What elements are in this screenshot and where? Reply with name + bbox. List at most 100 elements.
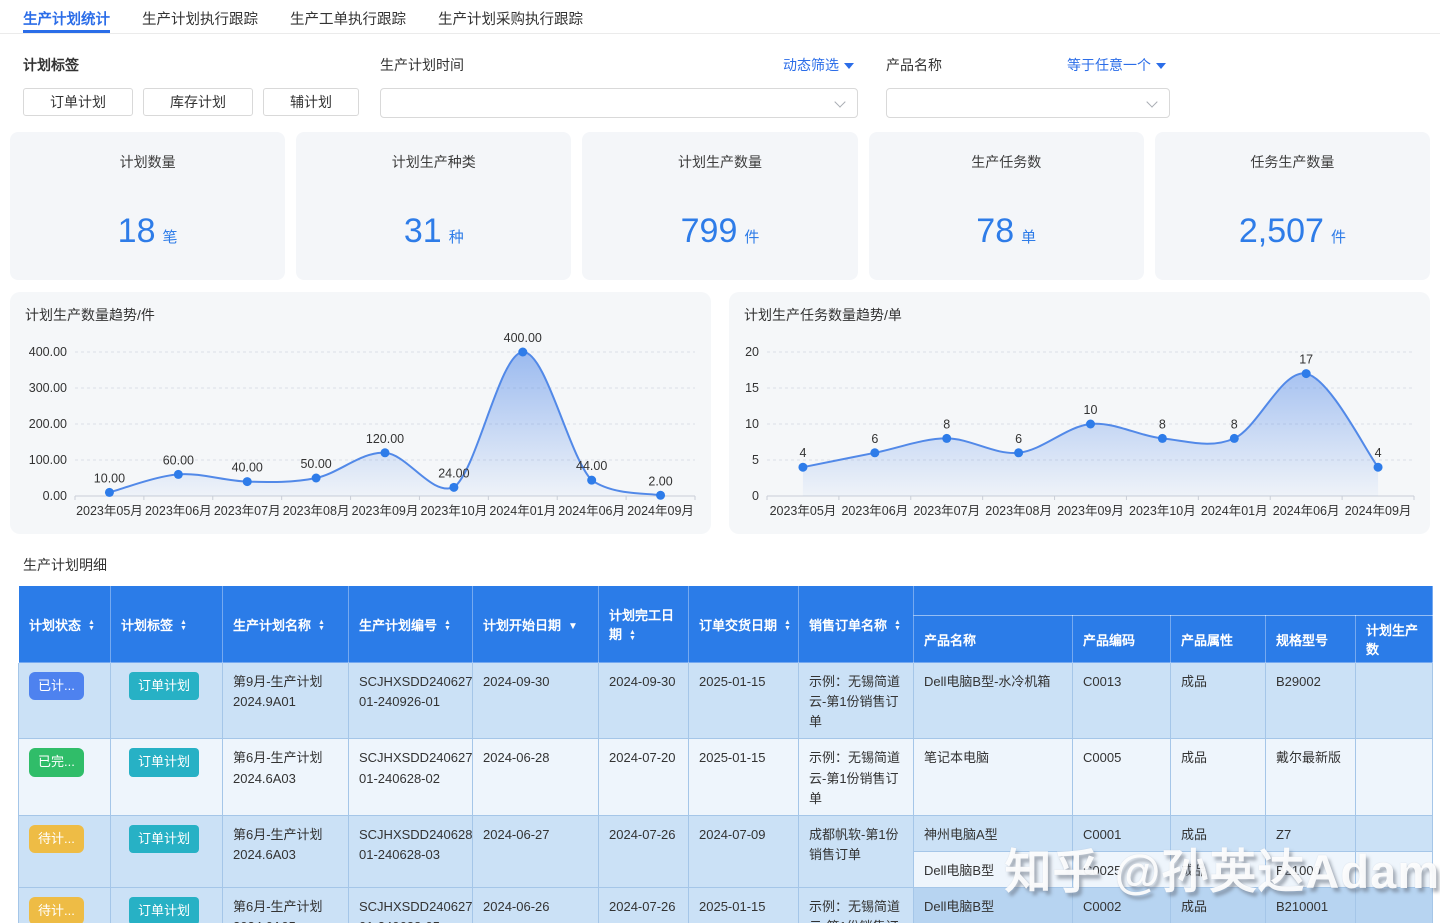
plan-qty-cell xyxy=(1354,887,1434,923)
column-header-product-name[interactable]: 产品名称 xyxy=(913,615,1073,663)
data-point[interactable] xyxy=(1301,369,1311,379)
data-point-label: 400.00 xyxy=(504,331,542,345)
data-point[interactable] xyxy=(1014,448,1024,458)
data-point-label: 4 xyxy=(799,446,806,460)
card-plan-product-kinds: 计划生产种类 31 种 xyxy=(296,132,572,280)
data-point[interactable] xyxy=(449,482,459,492)
card-plan-production-qty: 计划生产数量 799 件 xyxy=(582,132,858,280)
svg-text:2024年09月: 2024年09月 xyxy=(627,504,694,518)
column-header-product-code[interactable]: 产品编码 xyxy=(1072,615,1171,663)
data-point[interactable] xyxy=(1157,433,1167,443)
tab-plan-statistics[interactable]: 生产计划统计 xyxy=(23,0,110,33)
tag-option-aux-plan[interactable]: 辅计划 xyxy=(263,88,359,116)
dynamic-filter-link[interactable]: 动态筛选 xyxy=(783,55,854,75)
tab-plan-execution-tracking[interactable]: 生产计划执行跟踪 xyxy=(142,0,258,33)
product-attr-cell: 成品 xyxy=(1170,661,1266,740)
tab-plan-purchase-tracking[interactable]: 生产计划采购执行跟踪 xyxy=(438,0,583,33)
trend-charts: 计划生产数量趋势/件 0.00 100.00 200.00 300.00 400.00 2… xyxy=(10,292,1430,534)
data-point[interactable] xyxy=(1086,419,1095,429)
plan-detail-table-wrap: 计划状态 ▲ ▼ 计划标签 ▲ ▼ 生产计划名称 ▲ ▼ 生产计划编号 ▲ ▼ 计划开始日期 ▼ 计划完工日… xyxy=(18,585,1434,923)
plan-code-cell: SCJHXSDD240627-01-240628-02 xyxy=(348,738,473,816)
start-date-cell: 2024-06-26 xyxy=(472,887,599,923)
plan-name-cell: 第6月-生产计划 2024.6A05 xyxy=(222,887,349,923)
plan-detail-table: 计划状态 ▲ ▼ 计划标签 ▲ ▼ 生产计划名称 ▲ ▼ 生产计划编号 ▲ ▼ 计划开始日期 ▼ 计划完工日… xyxy=(18,585,1434,923)
svg-text:400.00: 400.00 xyxy=(29,345,67,359)
tag-option-order-plan[interactable]: 订单计划 xyxy=(23,88,133,116)
column-header-delivery-date[interactable]: 订单交货日期 ▲ ▼ xyxy=(688,585,799,663)
data-point[interactable] xyxy=(656,490,666,500)
column-header-end-date[interactable]: 计划完工日期 ▲ ▼ xyxy=(598,585,689,663)
tag-option-stock-plan[interactable]: 库存计划 xyxy=(143,88,253,116)
product-name-select[interactable] xyxy=(886,88,1170,118)
chevron-down-icon xyxy=(1146,96,1158,108)
equals-any-link[interactable]: 等于任意一个 xyxy=(1067,55,1166,75)
data-point[interactable] xyxy=(942,433,952,443)
tag-cell: 订单计划 xyxy=(110,814,223,889)
svg-text:2024年09月: 2024年09月 xyxy=(1345,504,1412,518)
data-point[interactable] xyxy=(518,347,528,357)
plan-name-cell: 第6月-生产计划 2024.6A03 xyxy=(222,738,349,816)
data-point-label: 10.00 xyxy=(94,471,125,485)
column-header-plan-qty[interactable]: 计划生产数 xyxy=(1354,615,1434,663)
column-header-status[interactable]: 计划状态 ▲ ▼ xyxy=(18,585,111,663)
start-date-cell: 2024-06-28 xyxy=(472,738,599,816)
data-point[interactable] xyxy=(1229,433,1239,443)
svg-text:2023年07月: 2023年07月 xyxy=(214,504,281,518)
status-cell: 待计... xyxy=(18,814,111,889)
production-qty-trend-chart[interactable]: 0.00100.00200.00300.00400.002023年05月 2023… xyxy=(10,324,711,528)
card-value: 799 xyxy=(680,212,738,250)
top-tab-bar: 生产计划统计 生产计划执行跟踪 生产工单执行跟踪 生产计划采购执行跟踪 xyxy=(0,0,1440,34)
svg-text:2024年06月: 2024年06月 xyxy=(1273,504,1340,518)
tag-cell: 订单计划 xyxy=(110,738,223,816)
data-point[interactable] xyxy=(870,448,880,458)
svg-text:20: 20 xyxy=(745,345,759,359)
data-point[interactable] xyxy=(104,487,114,497)
chart-panel-task-qty-trend: 计划生产任务数量趋势/单 0 5 10 15 20 2023年05月 2023年06月 202… xyxy=(729,292,1430,534)
caret-down-icon xyxy=(1156,63,1166,70)
data-point-label: 8 xyxy=(1159,417,1166,431)
column-header-plan-name[interactable]: 生产计划名称 ▲ ▼ xyxy=(222,585,349,663)
plan-qty-cell xyxy=(1354,738,1434,816)
column-header-product-spec[interactable]: 规格型号 xyxy=(1265,615,1356,663)
svg-text:15: 15 xyxy=(745,381,759,395)
data-point[interactable] xyxy=(380,448,390,458)
svg-text:5: 5 xyxy=(752,453,759,467)
plan-time-select[interactable] xyxy=(380,88,858,118)
filter-area: 计划标签 订单计划 库存计划 辅计划 生产计划时间 动态筛选 产品名称 等于任意… xyxy=(0,34,1440,130)
column-header-start-date[interactable]: 计划开始日期 ▼ xyxy=(472,585,599,663)
data-point[interactable] xyxy=(311,473,321,483)
plan-name-cell: 第9月-生产计划 2024.9A01 xyxy=(222,661,349,740)
table-row: 待计... 订单计划第6月-生产计划 2024.6A05SCJHXSDD24062… xyxy=(18,887,1434,923)
product-name-cell: Dell电脑B型 xyxy=(913,850,1073,889)
data-point[interactable] xyxy=(242,477,252,487)
product-spec-cell: B21000 xyxy=(1265,850,1356,889)
data-point[interactable] xyxy=(587,475,597,485)
column-header-product-attr[interactable]: 产品属性 xyxy=(1170,615,1266,663)
task-qty-trend-chart[interactable]: 0 5 10 15 20 2023年05月 2023年06月 2023年07月 2023年08月… xyxy=(729,324,1430,528)
data-point-label: 8 xyxy=(943,417,950,431)
status-badge: 已完... xyxy=(29,748,84,777)
table-row: 已完... 订单计划 第6月-生产计划 2024.6A03 SCJHXSDD24062… xyxy=(18,738,1434,816)
data-point[interactable] xyxy=(1373,462,1383,472)
column-header-plan-code[interactable]: 生产计划编号 ▲ ▼ xyxy=(348,585,473,663)
product-code-cell: C0025 xyxy=(1072,850,1171,889)
svg-text:200.00: 200.00 xyxy=(29,417,67,431)
column-header-order-name[interactable]: 销售订单名称 ▲ ▼ xyxy=(798,585,914,663)
order-name-cell: 成都帆软-第1份销售订单 xyxy=(798,814,914,889)
product-spec-cell: Z7 xyxy=(1265,814,1356,852)
card-unit: 件 xyxy=(744,229,760,246)
column-header-tag[interactable]: 计划标签 ▲ ▼ xyxy=(110,585,223,663)
data-point[interactable] xyxy=(173,469,183,479)
tab-workorder-execution-tracking[interactable]: 生产工单执行跟踪 xyxy=(290,0,406,33)
data-point-label: 50.00 xyxy=(300,457,331,471)
start-date-cell: 2024-06-27 xyxy=(472,814,599,889)
product-code-cell: C0005 xyxy=(1072,738,1171,816)
table-row: 待计... 订单计划 第6月-生产计划 2024.6A03 SCJHXSDD24062… xyxy=(18,814,1434,889)
data-point-label: 10 xyxy=(1084,403,1098,417)
card-plan-count: 计划数量 18 笔 xyxy=(10,132,286,280)
plan-qty-cell xyxy=(1354,850,1434,889)
data-point[interactable] xyxy=(798,462,808,472)
product-code-cell: C0001 xyxy=(1072,814,1171,852)
data-point-label: 6 xyxy=(1015,432,1022,446)
svg-text:2023年06月: 2023年06月 xyxy=(841,504,908,518)
